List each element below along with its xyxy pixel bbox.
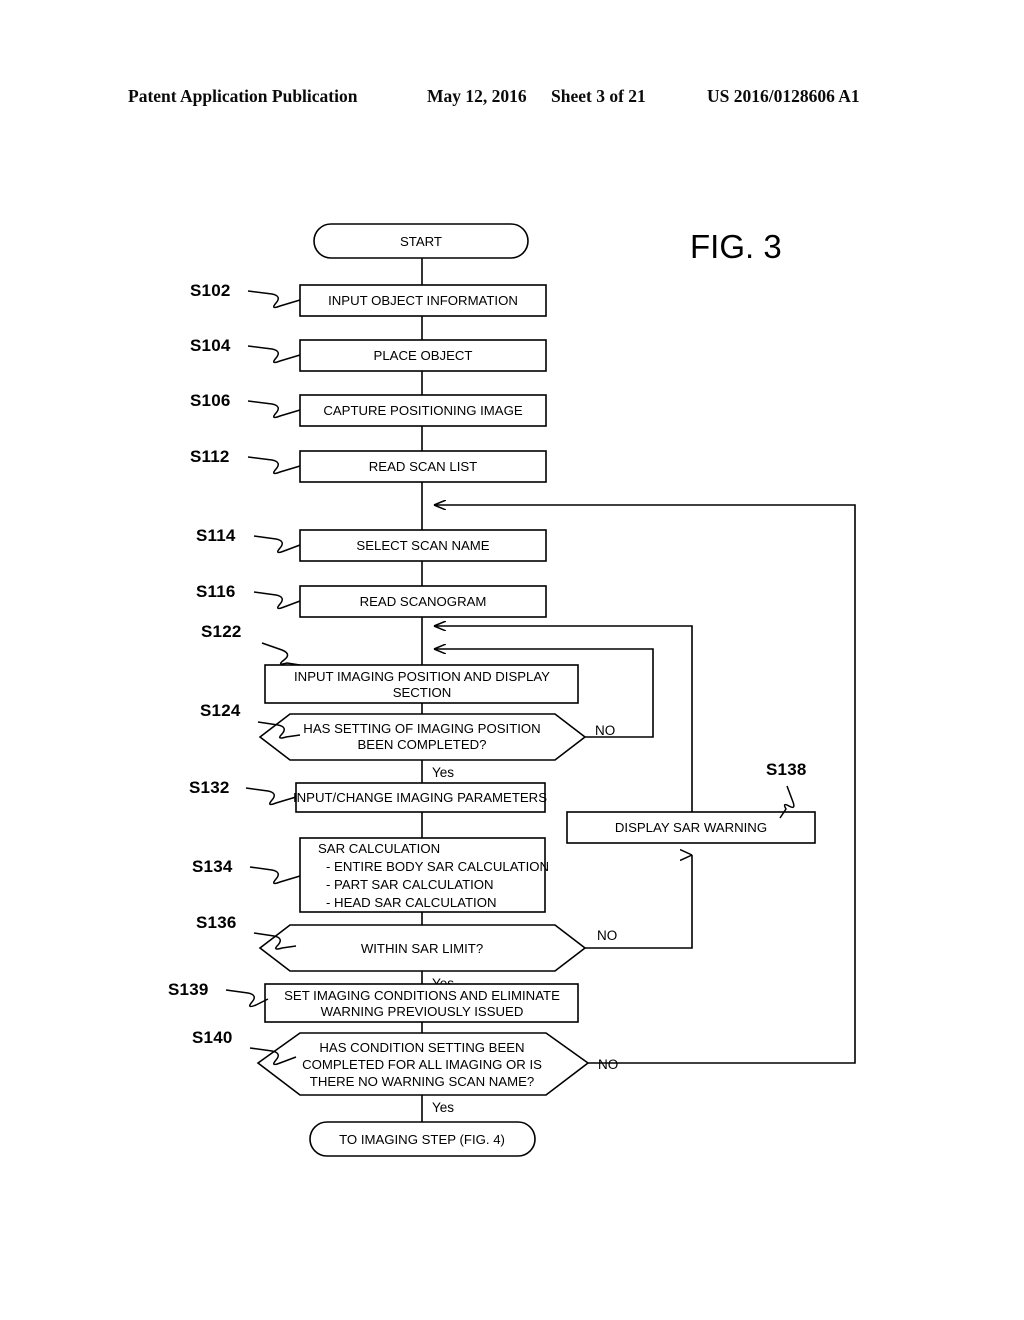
s140-yes-label: Yes (432, 1100, 454, 1115)
patent-figure-page: Patent Application Publication May 12, 2… (0, 0, 1024, 1320)
s104-label: PLACE OBJECT (374, 348, 473, 363)
node-s122: INPUT IMAGING POSITION AND DISPLAY SECTI… (201, 622, 579, 704)
s139-step-number: S139 (168, 980, 209, 999)
s122-label-line2: SECTION (393, 685, 452, 700)
s102-step-number: S102 (190, 281, 231, 300)
node-s114: SELECT SCAN NAME S114 (196, 526, 547, 562)
s122-step-number: S122 (201, 622, 242, 641)
s106-label: CAPTURE POSITIONING IMAGE (323, 403, 523, 418)
node-s112: READ SCAN LIST S112 (190, 447, 547, 483)
s134-step-number: S134 (192, 857, 233, 876)
s112-label: READ SCAN LIST (369, 459, 477, 474)
node-start: START (313, 223, 529, 259)
node-s136: WITHIN SAR LIMIT? S136 NO Yes (196, 913, 617, 991)
s102-leader-line (247, 290, 301, 309)
s102-label: INPUT OBJECT INFORMATION (328, 293, 518, 308)
node-s102: INPUT OBJECT INFORMATION S102 (190, 281, 547, 317)
s116-label: READ SCANOGRAM (360, 594, 487, 609)
s106-step-number: S106 (190, 391, 231, 410)
end-label: TO IMAGING STEP (FIG. 4) (339, 1132, 505, 1147)
node-s134: SAR CALCULATION - ENTIRE BODY SAR CALCUL… (192, 837, 549, 913)
s140-step-number: S140 (192, 1028, 233, 1047)
node-s140: HAS CONDITION SETTING BEEN COMPLETED FOR… (192, 1028, 618, 1115)
s106-leader-line (247, 400, 301, 419)
s140-label-line1: HAS CONDITION SETTING BEEN (319, 1040, 524, 1055)
s136-no-label: NO (597, 928, 617, 943)
s136-step-number: S136 (196, 913, 237, 932)
s136-label: WITHIN SAR LIMIT? (361, 941, 483, 956)
s122-leader-line (261, 642, 301, 666)
node-s116: READ SCANOGRAM S116 (196, 582, 547, 618)
s139-label-line2: WARNING PREVIOUSLY ISSUED (321, 1004, 524, 1019)
s116-leader-line (253, 591, 301, 610)
s124-step-number: S124 (200, 701, 241, 720)
s139-leader-line (225, 989, 269, 1008)
s139-label-line1: SET IMAGING CONDITIONS AND ELIMINATE (284, 988, 560, 1003)
node-end: TO IMAGING STEP (FIG. 4) (309, 1121, 536, 1157)
node-s104: PLACE OBJECT S104 (190, 336, 547, 372)
s140-no-label: NO (598, 1057, 618, 1072)
s116-step-number: S116 (196, 582, 236, 601)
s134-label-line3: - PART SAR CALCULATION (326, 877, 494, 892)
node-s139: SET IMAGING CONDITIONS AND ELIMINATE WAR… (168, 980, 579, 1023)
node-s138: DISPLAY SAR WARNING S138 (566, 760, 816, 844)
s132-leader-line (245, 787, 297, 806)
s112-step-number: S112 (190, 447, 230, 466)
s134-label-line2: - ENTIRE BODY SAR CALCULATION (326, 859, 549, 874)
s132-label: INPUT/CHANGE IMAGING PARAMETERS (293, 790, 547, 805)
s114-label: SELECT SCAN NAME (356, 538, 489, 553)
node-s106: CAPTURE POSITIONING IMAGE S106 (190, 391, 547, 427)
s138-step-number: S138 (766, 760, 807, 779)
s140-label-line2: COMPLETED FOR ALL IMAGING OR IS (302, 1057, 542, 1072)
s134-leader-line (249, 866, 301, 885)
s134-label-line1: SAR CALCULATION (318, 841, 440, 856)
flowchart-figure-3: FIG. 3 START INPUT OBJECT INFORMATION S1… (168, 223, 856, 1157)
figure-label: FIG. 3 (690, 228, 782, 265)
s124-no-label: NO (595, 723, 615, 738)
node-s124: HAS SETTING OF IMAGING POSITION BEEN COM… (200, 701, 615, 780)
s124-label-line1: HAS SETTING OF IMAGING POSITION (303, 721, 540, 736)
node-s132: INPUT/CHANGE IMAGING PARAMETERS S132 (189, 778, 547, 813)
s104-step-number: S104 (190, 336, 231, 355)
s132-step-number: S132 (189, 778, 230, 797)
s122-label-line1: INPUT IMAGING POSITION AND DISPLAY (294, 669, 550, 684)
s104-leader-line (247, 345, 301, 364)
s124-label-line2: BEEN COMPLETED? (358, 737, 487, 752)
s112-leader-line (247, 456, 301, 475)
s134-label-line4: - HEAD SAR CALCULATION (326, 895, 497, 910)
start-label: START (400, 234, 442, 249)
s114-leader-line (253, 535, 301, 554)
s138-label: DISPLAY SAR WARNING (615, 820, 767, 835)
s124-yes-label: Yes (432, 765, 454, 780)
s140-label-line3: THERE NO WARNING SCAN NAME? (310, 1074, 534, 1089)
s114-step-number: S114 (196, 526, 236, 545)
